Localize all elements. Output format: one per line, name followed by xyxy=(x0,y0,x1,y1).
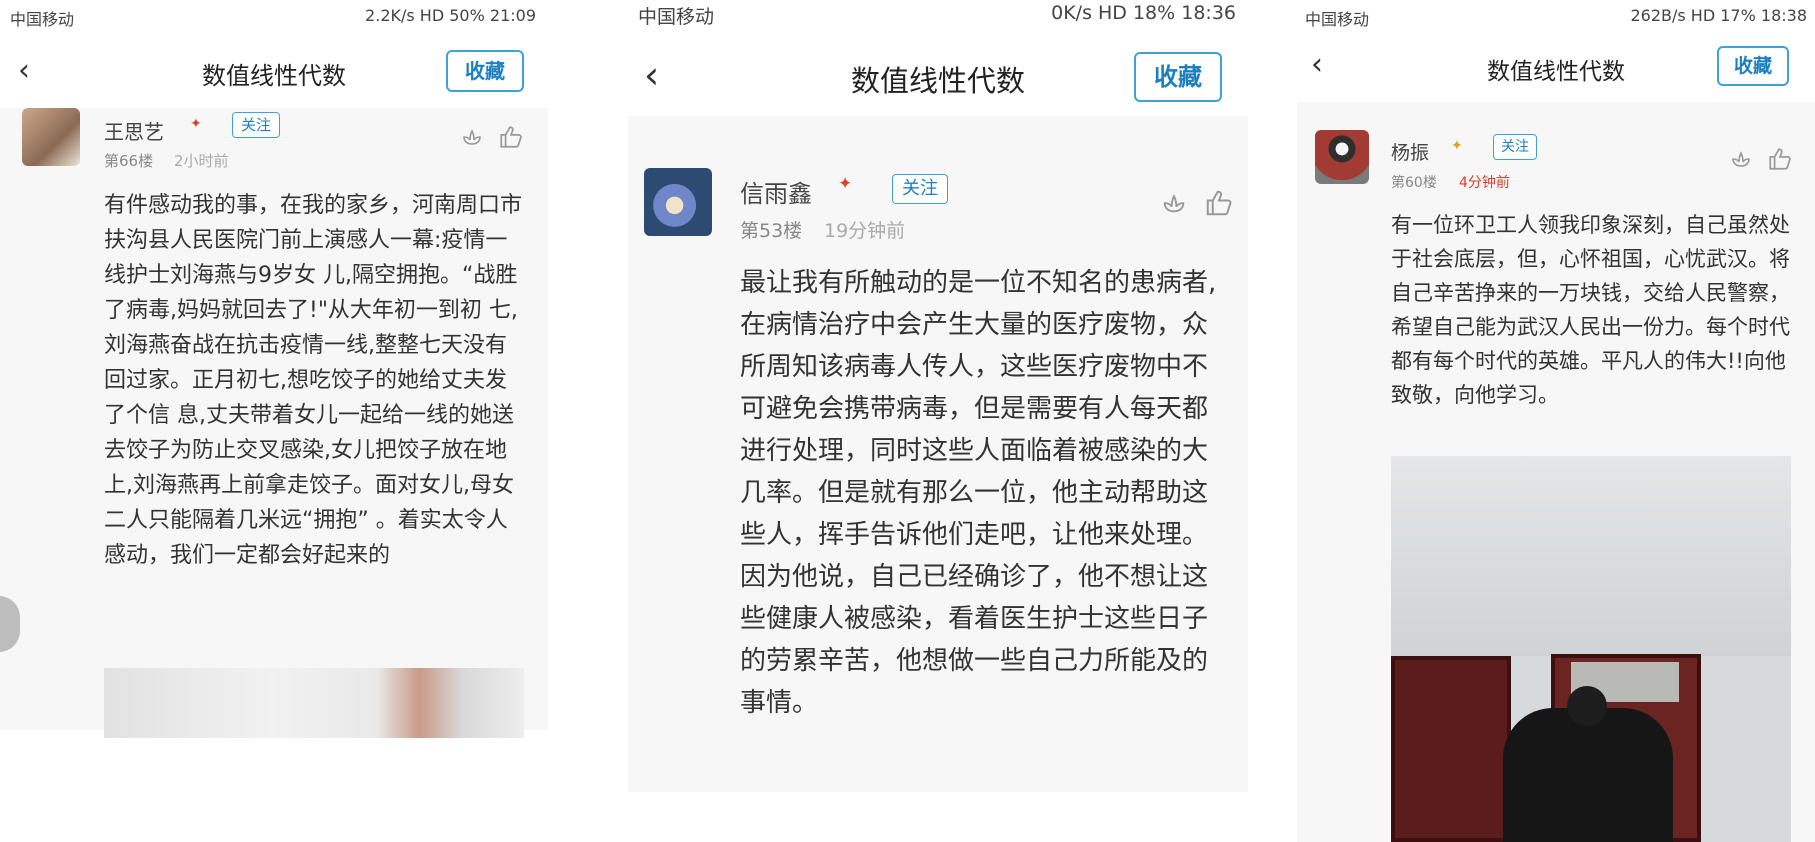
post-photo[interactable] xyxy=(1391,456,1791,842)
wall xyxy=(1391,456,1791,656)
collect-button[interactable]: 收藏 xyxy=(1134,52,1222,102)
status-bar: 中国移动 2.2K/s HD 50% 21:09 xyxy=(0,0,548,30)
user-name[interactable]: 王思艺 xyxy=(104,116,164,145)
flower-icon[interactable] xyxy=(1729,146,1753,172)
screen-2: 中国移动 0K/s HD 18% 18:36 ‹ 数值线性代数 收藏 信雨鑫 ✦… xyxy=(628,0,1248,842)
post-text: 有件感动我的事，在我的家乡，河南周口市扶沟县人民医院门前上演感人一幕:疫情一线护… xyxy=(104,193,523,568)
worker-head xyxy=(1567,686,1607,726)
post-actions xyxy=(1160,188,1234,218)
floor-number: 第60楼 xyxy=(1391,175,1437,191)
post-card: 信雨鑫 ✦ 关注 第53楼 19分钟前 最让我有所触动的是一位不知名的患病者,在… xyxy=(628,116,1248,792)
collect-button[interactable]: 收藏 xyxy=(1717,46,1789,86)
like-icon[interactable] xyxy=(498,124,524,150)
flower-icon[interactable] xyxy=(460,124,484,150)
avatar[interactable] xyxy=(22,108,80,166)
door-left xyxy=(1391,656,1511,842)
status-bar: 中国移动 262B/s HD 17% 18:38 xyxy=(1297,0,1815,30)
nav-bar: ‹ 数值线性代数 收藏 xyxy=(628,30,1248,116)
floor-number: 第66楼 xyxy=(104,152,154,170)
status-right: 262B/s HD 17% 18:38 xyxy=(1630,6,1807,25)
post-photo[interactable] xyxy=(104,668,524,738)
status-right: 0K/s HD 18% 18:36 xyxy=(1051,2,1236,24)
level-badge-icon: ✦ xyxy=(190,116,202,132)
level-badge-icon: ✦ xyxy=(1451,138,1463,154)
screen-1: 中国移动 2.2K/s HD 50% 21:09 ‹ 数值线性代数 收藏 王思艺… xyxy=(0,0,548,842)
level-badge-icon: ✦ xyxy=(838,174,853,194)
avatar[interactable] xyxy=(1315,130,1369,184)
carrier-label: 中国移动 xyxy=(638,6,715,28)
flower-icon[interactable] xyxy=(1160,188,1188,218)
post-actions xyxy=(460,124,524,150)
post-text: 最让我有所触动的是一位不知名的患病者,在病情治疗中会产生大量的医疗废物，众所周知… xyxy=(740,268,1217,718)
nav-bar: ‹ 数值线性代数 收藏 xyxy=(0,34,548,108)
post-time: 2小时前 xyxy=(174,152,229,170)
post-text: 有一位环卫工人领我印象深刻，自己虽然处于社会底层，但，心怀祖国，心忧武汉。将自己… xyxy=(1391,213,1790,407)
post-card: 杨振 ✦ 关注 第60楼 4分钟前 有一位环卫工人领我印象深刻，自己虽然处于社会… xyxy=(1297,102,1815,842)
like-icon[interactable] xyxy=(1767,146,1793,172)
like-icon[interactable] xyxy=(1204,188,1234,218)
follow-button[interactable]: 关注 xyxy=(1493,134,1537,160)
user-name[interactable]: 信雨鑫 xyxy=(740,174,812,209)
carrier-label: 中国移动 xyxy=(1305,10,1370,29)
follow-button[interactable]: 关注 xyxy=(232,112,280,138)
worker-figure xyxy=(1503,708,1673,842)
status-right: 2.2K/s HD 50% 21:09 xyxy=(365,6,536,25)
carrier-label: 中国移动 xyxy=(10,10,75,29)
follow-button[interactable]: 关注 xyxy=(892,174,948,204)
post-card: 王思艺 ✦ 关注 第66楼 2小时前 有件感动我的事，在我的家乡，河南周口市扶沟… xyxy=(0,108,548,738)
post-time: 19分钟前 xyxy=(824,220,906,242)
floor-number: 第53楼 xyxy=(740,220,803,242)
nav-bar: ‹ 数值线性代数 收藏 xyxy=(1297,32,1815,102)
post-actions xyxy=(1729,146,1793,172)
status-bar: 中国移动 0K/s HD 18% 18:36 xyxy=(628,0,1248,30)
screen-3: 中国移动 262B/s HD 17% 18:38 ‹ 数值线性代数 收藏 杨振 … xyxy=(1297,0,1815,842)
avatar[interactable] xyxy=(644,168,712,236)
collect-button[interactable]: 收藏 xyxy=(446,50,524,92)
user-name[interactable]: 杨振 xyxy=(1391,138,1429,165)
post-time: 4分钟前 xyxy=(1459,175,1510,191)
